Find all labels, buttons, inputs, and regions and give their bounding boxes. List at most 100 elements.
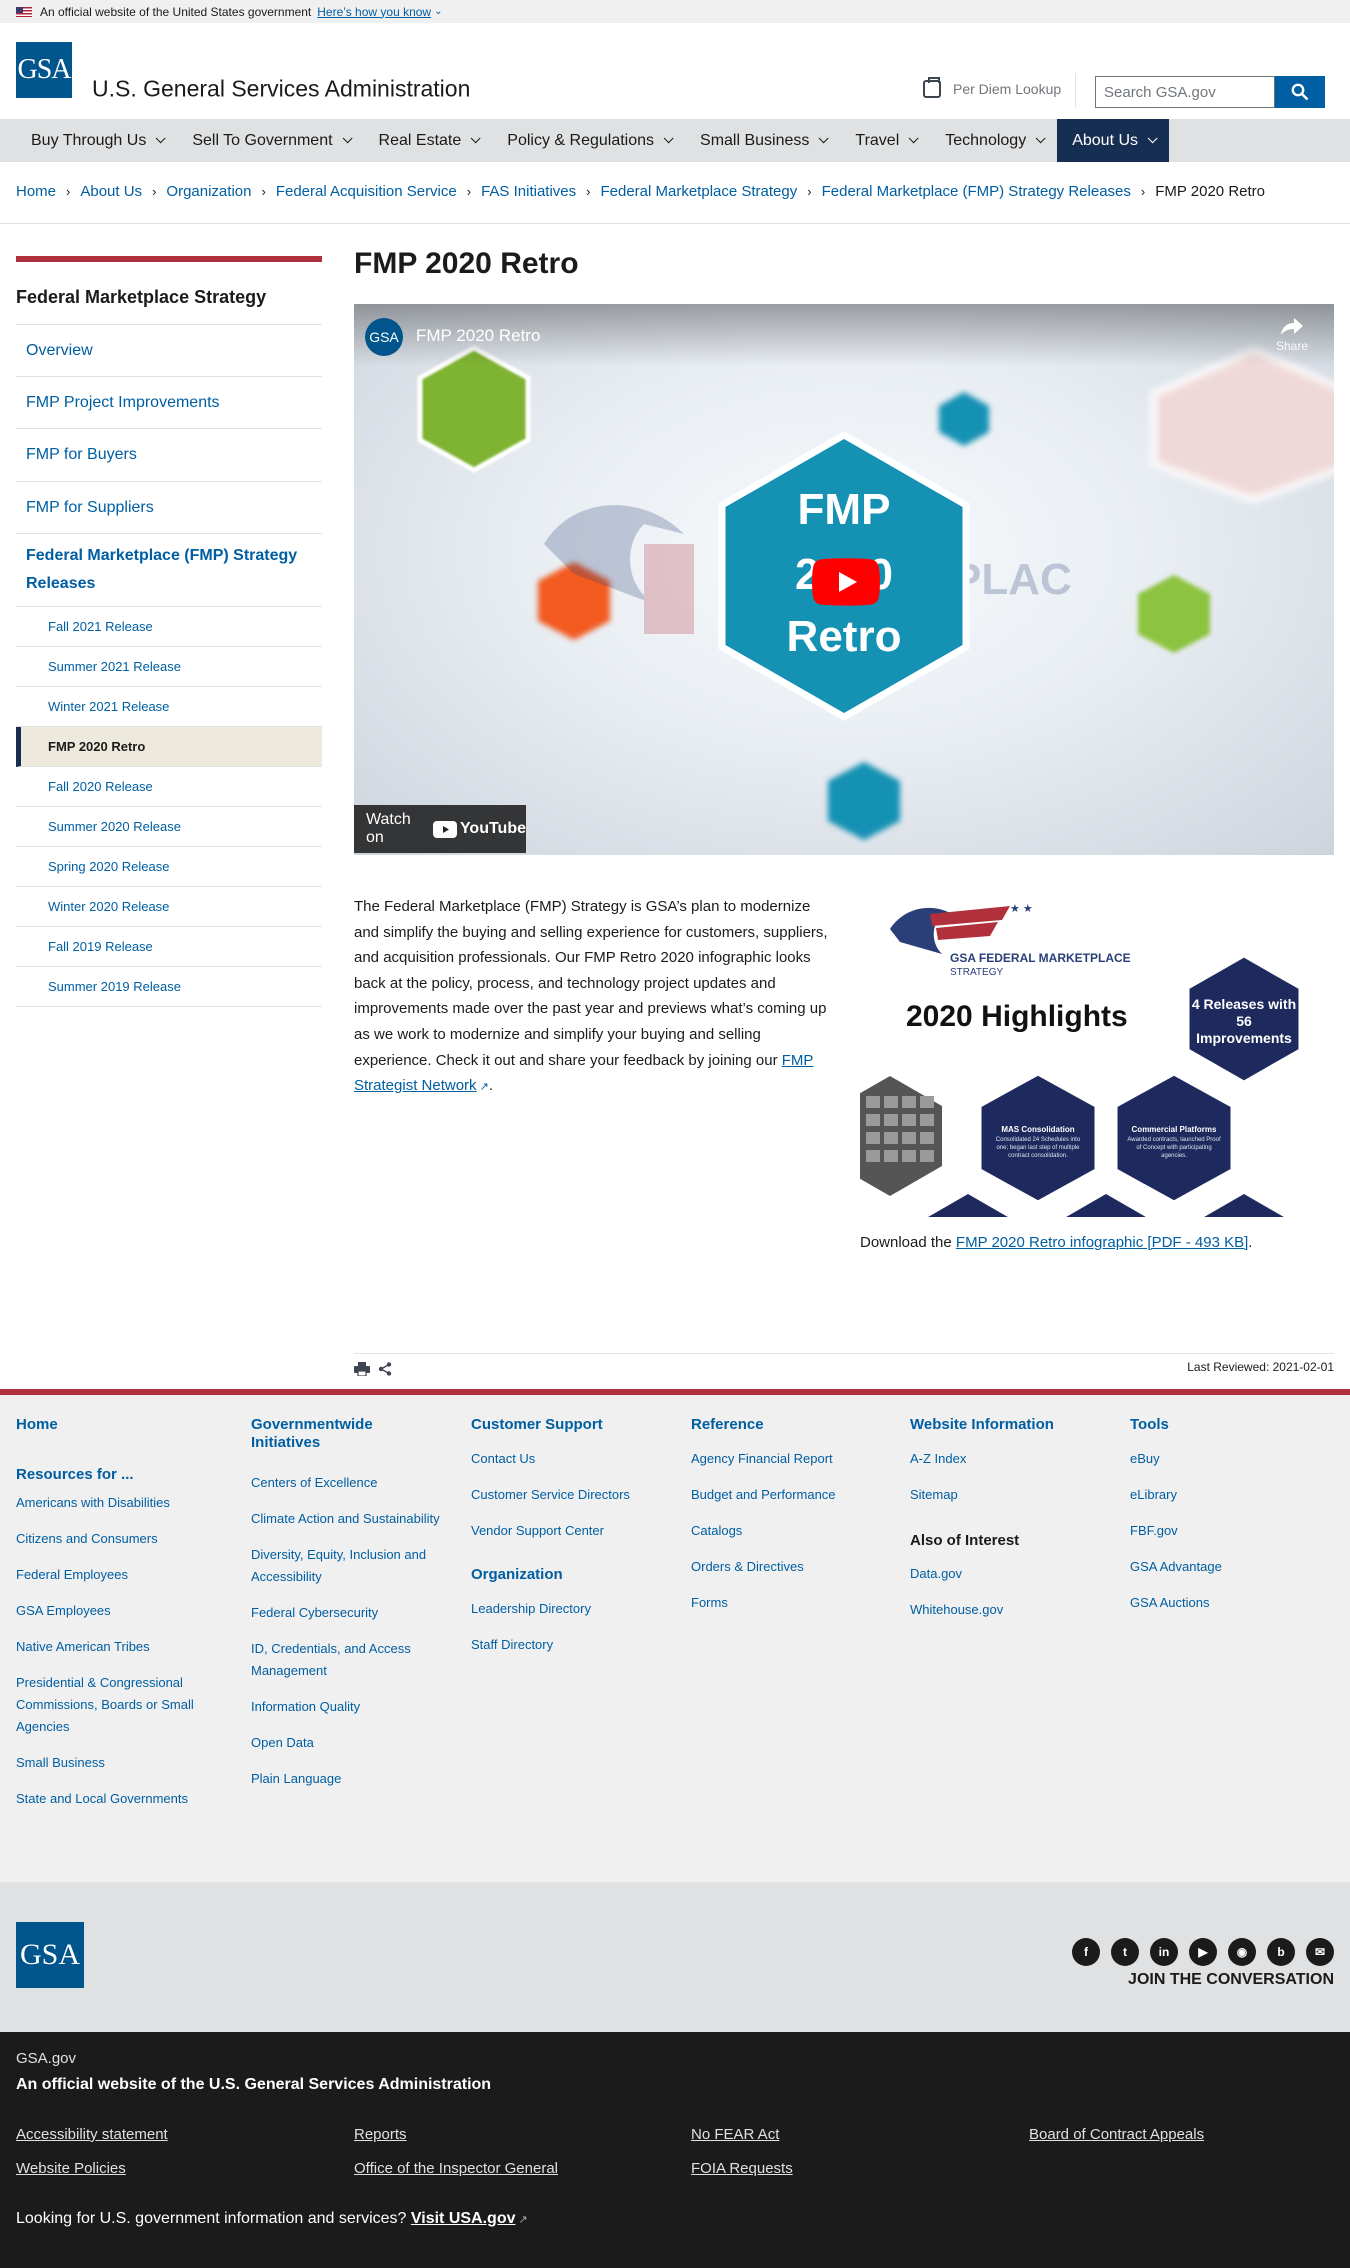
- footer-link[interactable]: State and Local Governments: [16, 1788, 216, 1810]
- share-icon[interactable]: [378, 1362, 392, 1376]
- nav-about-us[interactable]: About Us: [1057, 119, 1170, 162]
- footer-link[interactable]: FBF.gov: [1130, 1520, 1330, 1542]
- breadcrumb-home[interactable]: Home: [16, 183, 56, 200]
- facebook-icon[interactable]: f: [1072, 1938, 1100, 1966]
- twitter-icon[interactable]: t: [1111, 1938, 1139, 1966]
- channel-avatar[interactable]: GSA: [365, 318, 403, 356]
- identifier-link[interactable]: No FEAR Act: [691, 2126, 779, 2143]
- breadcrumb-fmp-releases[interactable]: Federal Marketplace (FMP) Strategy Relea…: [822, 183, 1131, 200]
- footer-link[interactable]: Federal Employees: [16, 1564, 216, 1586]
- identifier-link[interactable]: Website Policies: [16, 2160, 126, 2177]
- side-nav-item-summer-2020[interactable]: Summer 2020 Release: [16, 807, 322, 847]
- footer-gsa-logo[interactable]: GSA: [16, 1922, 84, 1988]
- footer-link[interactable]: Agency Financial Report: [691, 1448, 891, 1470]
- nav-travel[interactable]: Travel: [840, 119, 930, 162]
- side-nav-item-winter-2020[interactable]: Winter 2020 Release: [16, 887, 322, 927]
- footer-link[interactable]: Forms: [691, 1592, 891, 1614]
- breadcrumb-about-us[interactable]: About Us: [80, 183, 142, 200]
- side-nav-item-fall-2021[interactable]: Fall 2021 Release: [16, 607, 322, 647]
- instagram-icon[interactable]: ◉: [1228, 1938, 1256, 1966]
- breadcrumb-fas[interactable]: Federal Acquisition Service: [276, 183, 457, 200]
- footer-link[interactable]: Diversity, Equity, Inclusion and Accessi…: [251, 1544, 441, 1588]
- nav-technology[interactable]: Technology: [930, 119, 1057, 162]
- footer-link[interactable]: Customer Service Directors: [471, 1484, 671, 1506]
- footer-link[interactable]: Whitehouse.gov: [910, 1599, 1110, 1621]
- per-diem-lookup-link[interactable]: Per Diem Lookup: [923, 77, 1061, 98]
- footer-link[interactable]: Citizens and Consumers: [16, 1528, 216, 1550]
- footer-link[interactable]: GSA Auctions: [1130, 1592, 1330, 1614]
- nav-buy-through-us[interactable]: Buy Through Us: [16, 119, 177, 162]
- gsa-logo[interactable]: GSA: [16, 42, 72, 98]
- footer-link[interactable]: Plain Language: [251, 1768, 441, 1790]
- nav-sell-to-government[interactable]: Sell To Government: [177, 119, 363, 162]
- side-nav-item-spring-2020[interactable]: Spring 2020 Release: [16, 847, 322, 887]
- side-nav-strategy-releases[interactable]: Federal Marketplace (FMP) Strategy Relea…: [16, 534, 322, 607]
- footer-link[interactable]: Leadership Directory: [471, 1598, 671, 1620]
- identifier-link[interactable]: Board of Contract Appeals: [1029, 2126, 1204, 2143]
- breadcrumb-fms[interactable]: Federal Marketplace Strategy: [600, 183, 797, 200]
- footer-link[interactable]: ID, Credentials, and Access Management: [251, 1638, 441, 1682]
- side-nav-item-summer-2019[interactable]: Summer 2019 Release: [16, 967, 322, 1007]
- footer-link[interactable]: eBuy: [1130, 1448, 1330, 1470]
- footer-link[interactable]: Information Quality: [251, 1696, 441, 1718]
- site-title[interactable]: U.S. General Services Administration: [92, 76, 470, 103]
- side-nav-item-fall-2020[interactable]: Fall 2020 Release: [16, 767, 322, 807]
- footer-link[interactable]: Native American Tribes: [16, 1636, 216, 1658]
- footer-link[interactable]: A-Z Index: [910, 1448, 1110, 1470]
- footer-link[interactable]: GSA Advantage: [1130, 1556, 1330, 1578]
- nav-policy-regulations[interactable]: Policy & Regulations: [492, 119, 685, 162]
- external-link-icon: ↗: [515, 2214, 528, 2226]
- footer-link[interactable]: GSA Employees: [16, 1600, 216, 1622]
- youtube-play-button[interactable]: [812, 558, 880, 606]
- side-nav-item-winter-2021[interactable]: Winter 2021 Release: [16, 687, 322, 727]
- download-infographic-link[interactable]: FMP 2020 Retro infographic [PDF - 493 KB…: [956, 1234, 1248, 1251]
- nav-small-business[interactable]: Small Business: [685, 119, 840, 162]
- footer-link[interactable]: Staff Directory: [471, 1634, 671, 1656]
- footer-link[interactable]: Climate Action and Sustainability: [251, 1508, 441, 1530]
- footer-link[interactable]: Sitemap: [910, 1484, 1110, 1506]
- side-nav-fmp-for-suppliers[interactable]: FMP for Suppliers: [16, 482, 322, 534]
- footer-link[interactable]: Vendor Support Center: [471, 1520, 671, 1542]
- footer-link[interactable]: Contact Us: [471, 1448, 671, 1470]
- linkedin-icon[interactable]: in: [1150, 1938, 1178, 1966]
- footer-link[interactable]: Centers of Excellence: [251, 1472, 441, 1494]
- nav-label: Sell To Government: [192, 131, 333, 149]
- side-nav-fmp-for-buyers[interactable]: FMP for Buyers: [16, 429, 322, 482]
- nav-real-estate[interactable]: Real Estate: [364, 119, 493, 162]
- footer-link[interactable]: Data.gov: [910, 1563, 1110, 1585]
- side-nav-item-summer-2021[interactable]: Summer 2021 Release: [16, 647, 322, 687]
- footer-link[interactable]: Presidential & Congressional Commissions…: [16, 1672, 216, 1738]
- breadcrumb-fas-initiatives[interactable]: FAS Initiatives: [481, 183, 576, 200]
- visit-usa-gov-link[interactable]: Visit USA.gov: [411, 2210, 516, 2227]
- email-icon[interactable]: ✉: [1306, 1938, 1334, 1966]
- search-input[interactable]: Search GSA.gov: [1095, 76, 1275, 108]
- identifier-link[interactable]: Reports: [354, 2126, 407, 2143]
- footer-link[interactable]: Orders & Directives: [691, 1556, 891, 1578]
- footer-link[interactable]: Federal Cybersecurity: [251, 1602, 441, 1624]
- print-icon[interactable]: [354, 1362, 370, 1376]
- footer-link[interactable]: eLibrary: [1130, 1484, 1330, 1506]
- footer-link[interactable]: Budget and Performance: [691, 1484, 891, 1506]
- video-title[interactable]: FMP 2020 Retro: [416, 326, 540, 346]
- youtube-icon[interactable]: ▶: [1189, 1938, 1217, 1966]
- blog-icon[interactable]: b: [1267, 1938, 1295, 1966]
- footer-link[interactable]: Americans with Disabilities: [16, 1492, 216, 1514]
- footer-link[interactable]: Small Business: [16, 1752, 216, 1774]
- side-nav-overview[interactable]: Overview: [16, 325, 322, 378]
- heres-how-you-know-link[interactable]: Here’s how you know: [317, 5, 431, 19]
- footer-home-link[interactable]: Home: [16, 1416, 216, 1434]
- footer-link[interactable]: Catalogs: [691, 1520, 891, 1542]
- side-nav-item-fall-2019[interactable]: Fall 2019 Release: [16, 927, 322, 967]
- identifier-link[interactable]: Accessibility statement: [16, 2126, 168, 2143]
- side-nav-project-improvements[interactable]: FMP Project Improvements: [16, 377, 322, 430]
- watch-on-youtube-button[interactable]: Watch on YouTube: [354, 805, 526, 853]
- search-button[interactable]: [1275, 76, 1325, 108]
- share-button[interactable]: Share: [1264, 316, 1320, 353]
- footer-link[interactable]: Open Data: [251, 1732, 441, 1754]
- identifier-link[interactable]: Office of the Inspector General: [354, 2160, 558, 2177]
- side-nav-item-fmp-2020-retro[interactable]: FMP 2020 Retro: [16, 726, 322, 767]
- breadcrumb-organization[interactable]: Organization: [166, 183, 251, 200]
- identifier-link[interactable]: FOIA Requests: [691, 2160, 793, 2177]
- video-player[interactable]: KETPLAC FMP2020Retro GSA FMP 2020 Retro …: [354, 304, 1334, 855]
- nav-label: Technology: [945, 131, 1027, 149]
